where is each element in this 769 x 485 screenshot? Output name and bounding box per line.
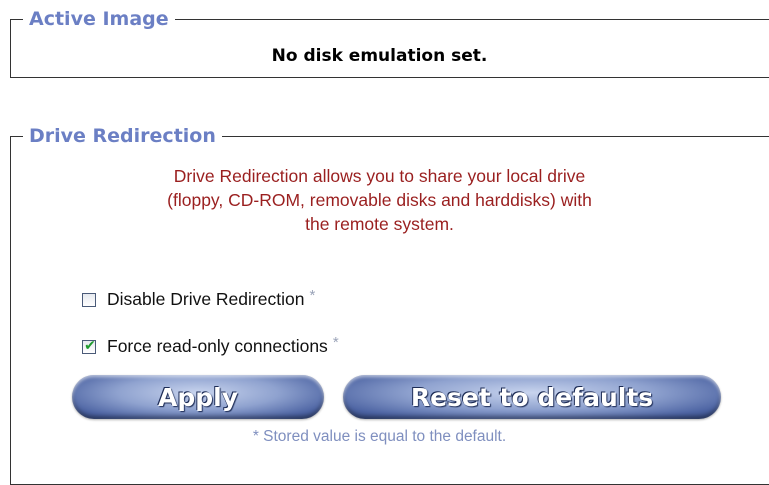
reset-to-defaults-button[interactable]: Reset to defaults (343, 375, 721, 419)
active-image-legend: Active Image (29, 8, 169, 30)
disable-drive-redirection-label: Disable Drive Redirection (107, 289, 305, 309)
description-line: the remote system. (305, 214, 454, 234)
force-read-only-checkbox[interactable]: ✔ (82, 336, 96, 354)
disk-emulation-status: No disk emulation set. (271, 46, 488, 66)
drive-redirection-description: Drive Redirection allows you to share yo… (36, 164, 723, 236)
default-marker: * (309, 287, 316, 304)
drive-redirection-legend: Drive Redirection (29, 125, 216, 147)
default-value-note: * Stored value is equal to the default. (252, 428, 507, 445)
description-line: (floppy, CD-ROM, removable disks and har… (167, 190, 592, 210)
disable-drive-redirection-checkbox[interactable] (82, 292, 96, 307)
force-read-only-label: Force read-only connections (107, 336, 328, 356)
disable-drive-redirection-option[interactable]: Disable Drive Redirection * (82, 287, 316, 310)
default-marker: * (332, 334, 339, 351)
description-line: Drive Redirection allows you to share yo… (173, 166, 586, 186)
checkmark-icon: ✔ (84, 336, 96, 353)
active-image-panel: Active Image (10, 8, 769, 78)
apply-button[interactable]: Apply (72, 375, 324, 419)
force-read-only-option[interactable]: ✔ Force read-only connections * (82, 334, 339, 357)
